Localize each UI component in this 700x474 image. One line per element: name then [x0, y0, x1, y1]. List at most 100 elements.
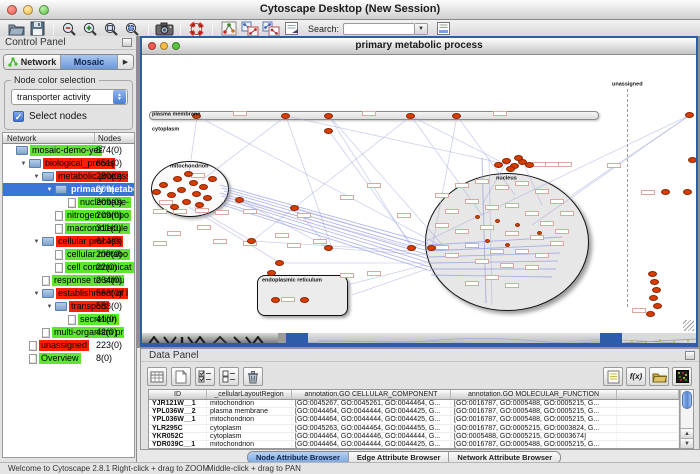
duplicate-network-icon[interactable] [260, 21, 281, 37]
graph-node[interactable] [271, 297, 280, 303]
table-row[interactable]: YPL036W__1mitochondrion[GO:0044464, GO:0… [149, 416, 679, 424]
graph-node[interactable] [235, 197, 244, 203]
column-header[interactable]: annotation.GO CELLULAR_COMPONENT [292, 390, 451, 399]
graph-node[interactable] [452, 113, 461, 119]
graph-node[interactable] [152, 189, 161, 195]
graph-node[interactable] [184, 171, 193, 177]
graph-node[interactable] [407, 245, 416, 251]
table-row[interactable]: YLR295Ccytoplasm[GO:0045263, GO:0044464,… [149, 425, 679, 433]
float-panel-icon[interactable] [122, 38, 132, 47]
unselect-attributes-icon[interactable] [219, 367, 239, 386]
more-tabs-arrow-icon[interactable]: ▶ [118, 55, 133, 69]
search-settings-icon[interactable] [433, 21, 454, 37]
graph-node[interactable] [275, 260, 284, 266]
tree-row[interactable]: macromolecule311(0) [3, 222, 134, 235]
tab-network[interactable]: Network [4, 55, 61, 69]
graph-node[interactable] [300, 297, 309, 303]
float-data-panel-icon[interactable] [685, 351, 695, 360]
tree-row[interactable]: ▼primary metabo209(... [3, 183, 134, 196]
background-window-3-edge[interactable] [600, 333, 622, 343]
tree-row[interactable]: cell communicat22(0) [3, 261, 134, 274]
background-window-2-edge[interactable] [286, 333, 308, 343]
matrix-icon[interactable] [672, 367, 692, 386]
expand-triangle-icon[interactable]: ▼ [44, 304, 55, 310]
load-attributes-icon[interactable] [649, 367, 669, 386]
graph-node[interactable] [427, 245, 436, 251]
scroll-down-icon[interactable]: ▼ [681, 438, 693, 448]
graph-node[interactable] [182, 199, 191, 205]
column-header[interactable]: ID [149, 390, 207, 399]
tree-row[interactable]: Overview8(0) [3, 352, 134, 365]
background-window-1[interactable] [142, 333, 278, 343]
graph-node[interactable] [173, 176, 182, 182]
tree-row[interactable]: multi-organism pro42(0) [3, 326, 134, 339]
scrollbar-thumb[interactable] [682, 391, 692, 409]
table-row[interactable]: YPL036W__2plasma membrane[GO:0044464, GO… [149, 408, 679, 416]
graph-node[interactable] [494, 162, 503, 168]
expand-triangle-icon[interactable]: ▼ [18, 161, 29, 167]
graph-node[interactable] [525, 162, 534, 168]
tree-row[interactable]: nucleobase-209(0) [3, 196, 134, 209]
background-window-2[interactable] [308, 333, 600, 343]
search-dropdown-arrow-icon[interactable]: ▼ [415, 23, 428, 35]
table-row[interactable]: YKR052Ccytoplasm[GO:0044464, GO:0044446,… [149, 433, 679, 441]
network-icon[interactable] [218, 21, 239, 37]
graph-node[interactable] [199, 184, 208, 190]
graph-node[interactable] [159, 182, 168, 188]
graph-node[interactable] [281, 113, 290, 119]
graph-node[interactable] [502, 158, 511, 164]
zoom-in-icon[interactable] [80, 21, 101, 37]
tree-row[interactable]: unassigned223(0) [3, 339, 134, 352]
import-attributes-icon[interactable] [603, 367, 623, 386]
graph-node[interactable] [646, 311, 655, 317]
graph-node[interactable] [652, 287, 661, 293]
graph-node[interactable] [192, 191, 201, 197]
expand-triangle-icon[interactable]: ▼ [31, 291, 42, 297]
search-input[interactable] [343, 23, 415, 35]
column-header[interactable]: _cellularLayoutRegion [207, 390, 292, 399]
graph-node[interactable] [247, 238, 256, 244]
graph-node[interactable] [506, 166, 515, 172]
tab-mosaic[interactable]: Mosaic [61, 55, 118, 69]
tree-row[interactable]: ▼establishment of lo558(0) [3, 287, 134, 300]
function-builder-icon[interactable]: f(x) [626, 367, 646, 386]
open-icon[interactable] [6, 21, 27, 37]
tree-row[interactable]: ▼cellular process614(0) [3, 235, 134, 248]
tree-row[interactable]: ▼metabolic process280(0) [3, 170, 134, 183]
select-nodes-checkbox[interactable]: ✓ [13, 111, 24, 122]
graph-node[interactable] [650, 279, 659, 285]
annotation-icon[interactable] [281, 21, 302, 37]
network-column-header[interactable]: Network [3, 133, 95, 143]
table-row[interactable]: YDR039C__1mitochondrion[GO:0044464, GO:0… [149, 441, 679, 449]
graph-node[interactable] [324, 245, 333, 251]
tree-row[interactable]: secretion41(0) [3, 313, 134, 326]
tree-row[interactable]: mosaic-demo-yeast874(0) [3, 144, 134, 157]
expand-triangle-icon[interactable]: ▼ [31, 174, 42, 180]
snapshot-camera-icon[interactable] [154, 21, 175, 37]
graph-node[interactable] [170, 204, 179, 210]
node-color-dropdown[interactable]: transporter activity ▲▼ [11, 89, 128, 105]
background-window-3[interactable] [622, 333, 696, 343]
graph-node[interactable] [189, 180, 198, 186]
zoom-selected-icon[interactable] [122, 21, 143, 37]
network-view-titlebar[interactable]: primary metabolic process [142, 38, 696, 55]
network-canvas[interactable]: plasma membrane cytoplasm mitochondrion … [142, 55, 696, 333]
tree-row[interactable]: cellular metabo209(0) [3, 248, 134, 261]
tree-row[interactable]: response to stimulu264(0) [3, 274, 134, 287]
table-scrollbar[interactable]: ▲ ▼ [680, 389, 694, 449]
column-header[interactable]: annotation.GO MOLECULAR_FUNCTION [451, 390, 617, 399]
attribute-table-icon[interactable] [147, 367, 167, 386]
zoom-out-icon[interactable] [59, 21, 80, 37]
copy-network-icon[interactable] [239, 21, 260, 37]
expand-triangle-icon[interactable]: ▼ [44, 187, 55, 193]
scroll-up-icon[interactable]: ▲ [681, 428, 693, 438]
graph-node[interactable] [683, 189, 692, 195]
tree-row[interactable]: ▼biological_process651(0) [3, 157, 134, 170]
graph-node[interactable] [324, 113, 333, 119]
graph-node[interactable] [267, 270, 276, 276]
graph-node[interactable] [195, 202, 204, 208]
tree-row[interactable]: ▼transport558(0) [3, 300, 134, 313]
graph-node[interactable] [648, 271, 657, 277]
new-attribute-icon[interactable] [171, 367, 191, 386]
graph-node[interactable] [661, 189, 670, 195]
